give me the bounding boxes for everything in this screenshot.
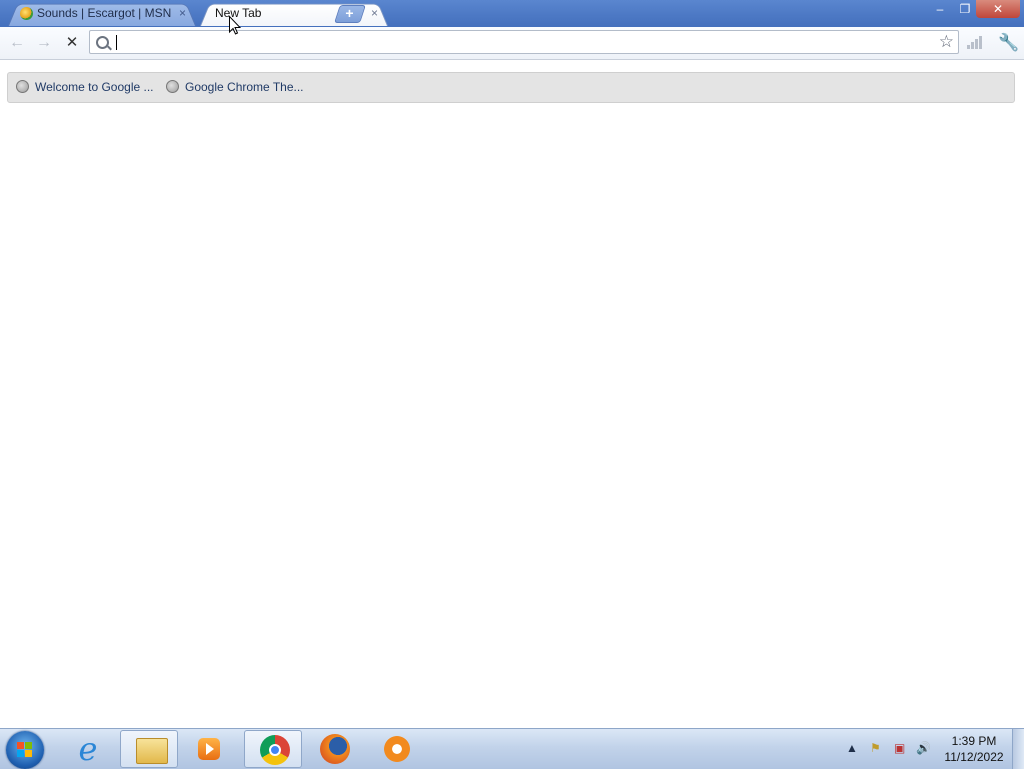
tab-strip: Sounds | Escargot | MSN Me × New Tab × +… [0, 0, 1024, 27]
clock-date: 11/12/2022 [944, 750, 1004, 764]
media-player-icon [198, 738, 220, 760]
tab-close-icon[interactable]: × [371, 6, 378, 20]
bookmark-star-icon[interactable]: ☆ [939, 32, 954, 52]
taskbar-internet-explorer[interactable]: e [58, 730, 116, 768]
avast-icon [382, 734, 412, 764]
bookmark-label: Welcome to Google ... [35, 80, 154, 94]
action-center-flag-icon[interactable]: ⚑ [870, 741, 881, 755]
search-icon [96, 36, 109, 49]
windows-taskbar: e ▲ ⚑ ▣ 🔊 1:39 PM 11/12/2022 [0, 728, 1024, 769]
clock-time: 1:39 PM [951, 734, 997, 748]
volume-icon[interactable]: 🔊 [916, 741, 931, 755]
tab-close-icon[interactable]: × [179, 6, 186, 20]
omnibox[interactable]: ☆ [89, 30, 959, 54]
wrench-menu-icon[interactable]: 🔧 [998, 33, 1019, 53]
taskbar-avast[interactable] [367, 730, 425, 768]
bookmark-google-chrome-themes[interactable]: Google Chrome The... [166, 80, 304, 96]
escargot-favicon-icon [20, 7, 33, 20]
taskbar-windows-explorer[interactable] [120, 730, 178, 768]
system-tray: ▲ ⚑ ▣ 🔊 [842, 739, 942, 759]
internet-explorer-icon: e [78, 730, 98, 768]
chrome-icon [260, 735, 290, 765]
bookmark-label: Google Chrome The... [185, 80, 304, 94]
mouse-pointer-icon [229, 16, 241, 35]
folder-icon [136, 738, 168, 764]
taskbar-google-chrome[interactable] [244, 730, 302, 768]
bookmark-welcome-to-google[interactable]: Welcome to Google ... [16, 80, 154, 96]
network-icon[interactable]: ▣ [894, 741, 905, 755]
start-button[interactable] [6, 731, 44, 769]
back-button[interactable]: ← [7, 33, 27, 53]
bookmarks-bar: Welcome to Google ... Google Chrome The.… [7, 72, 1015, 103]
signal-bars-icon[interactable] [967, 35, 983, 49]
taskbar-clock[interactable]: 1:39 PM 11/12/2022 [938, 733, 1010, 765]
tab-sounds-escargot[interactable]: Sounds | Escargot | MSN Me × [8, 1, 196, 27]
plus-icon: + [345, 5, 354, 21]
globe-icon [16, 80, 29, 93]
close-window-button[interactable]: ✕ [976, 0, 1020, 18]
globe-icon [166, 80, 179, 93]
text-caret [116, 35, 117, 50]
show-hidden-icons-icon[interactable]: ▲ [846, 741, 858, 755]
stop-loading-button[interactable]: ✕ [62, 33, 82, 53]
browser-toolbar: ← → ✕ ☆ 🔧 [0, 27, 1024, 60]
taskbar-firefox[interactable] [305, 730, 363, 768]
page-content-area [0, 104, 1024, 728]
minimize-button[interactable]: – [928, 0, 952, 18]
address-bar-input[interactable] [114, 33, 914, 51]
forward-button[interactable]: → [34, 33, 54, 53]
taskbar-media-player[interactable] [180, 730, 238, 768]
tab-title: Sounds | Escargot | MSN Me [37, 6, 175, 20]
show-desktop-button[interactable] [1012, 729, 1024, 769]
maximize-button[interactable]: ❐ [953, 0, 977, 18]
firefox-icon [320, 734, 350, 764]
windows-logo-icon [17, 742, 33, 758]
